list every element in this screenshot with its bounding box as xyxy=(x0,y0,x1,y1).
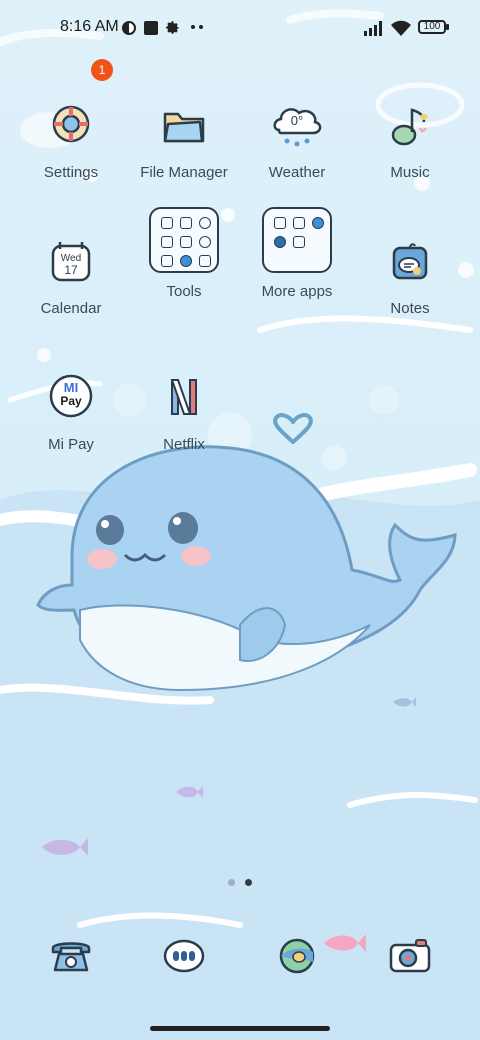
app-notes[interactable]: Notes xyxy=(370,216,450,346)
app-mi-pay[interactable]: MI Pay Mi Pay xyxy=(31,352,111,482)
folder-preview xyxy=(149,207,219,273)
camera-icon[interactable] xyxy=(386,932,434,980)
status-time: 8:16 AM xyxy=(60,18,119,35)
app-label: Netflix xyxy=(163,436,205,453)
mini-app-icon xyxy=(199,217,211,229)
music-note-icon xyxy=(391,108,428,146)
settings-icon xyxy=(52,105,90,143)
mini-app-icon xyxy=(293,217,305,229)
wifi-icon xyxy=(391,20,411,36)
mini-app-icon xyxy=(161,217,173,229)
folder-tools[interactable]: Tools xyxy=(144,190,224,320)
app-label: File Manager xyxy=(140,164,228,181)
app-label: Mi Pay xyxy=(48,436,94,453)
gear-icon xyxy=(166,21,179,34)
folder-icon xyxy=(163,112,205,143)
app-label: Weather xyxy=(268,164,326,181)
phone-icon[interactable] xyxy=(47,932,95,980)
battery-icon: 100 xyxy=(418,20,446,34)
app-label: Notes xyxy=(390,300,430,317)
signal-icon xyxy=(364,21,382,36)
app-label: Settings xyxy=(43,164,99,181)
mini-app-icon xyxy=(180,236,192,248)
mini-app-icon xyxy=(180,255,192,267)
mini-app-icon xyxy=(293,236,305,248)
app-netflix[interactable]: Netflix xyxy=(144,352,224,482)
page-dot[interactable] xyxy=(228,879,235,886)
battery-tip xyxy=(446,24,449,30)
mini-app-icon xyxy=(274,236,286,248)
messages-icon[interactable] xyxy=(160,932,208,980)
weather-cloud-icon xyxy=(273,108,322,147)
browser-icon[interactable] xyxy=(273,932,321,980)
battery-level: 100 xyxy=(423,21,441,32)
mini-app-icon xyxy=(199,236,211,248)
page-dot-active[interactable] xyxy=(245,879,252,886)
app-icon xyxy=(122,21,136,35)
gesture-bar[interactable] xyxy=(150,1026,330,1031)
notes-icon xyxy=(392,243,428,280)
status-bar: 8:16 AM 100 xyxy=(0,0,480,56)
netflix-icon xyxy=(170,379,197,415)
app-label: Music xyxy=(390,164,430,181)
app-music[interactable]: Music xyxy=(370,80,450,210)
app-calendar[interactable]: Wed 17 Calendar xyxy=(31,216,111,346)
mi-pay-logo-top: MI xyxy=(63,380,79,395)
app-label: Calendar xyxy=(40,300,102,317)
square-icon xyxy=(144,21,158,35)
weather-temp: 0° xyxy=(290,113,304,128)
notification-badge: 1 xyxy=(91,59,113,81)
mini-app-icon xyxy=(199,255,211,267)
app-label: Tools xyxy=(166,283,202,300)
mini-app-icon xyxy=(161,236,173,248)
folder-preview xyxy=(262,207,332,273)
folder-more-apps[interactable]: More apps xyxy=(257,190,337,320)
mini-app-icon xyxy=(180,217,192,229)
mini-app-icon xyxy=(161,255,173,267)
mini-app-icon xyxy=(274,217,286,229)
mini-app-icon xyxy=(312,217,324,229)
more-dots-icon xyxy=(191,25,203,29)
app-label: More apps xyxy=(261,283,333,300)
app-settings[interactable]: Settings xyxy=(31,80,111,210)
calendar-date: 17 xyxy=(64,263,78,277)
mi-pay-logo-bottom: Pay xyxy=(60,394,82,408)
